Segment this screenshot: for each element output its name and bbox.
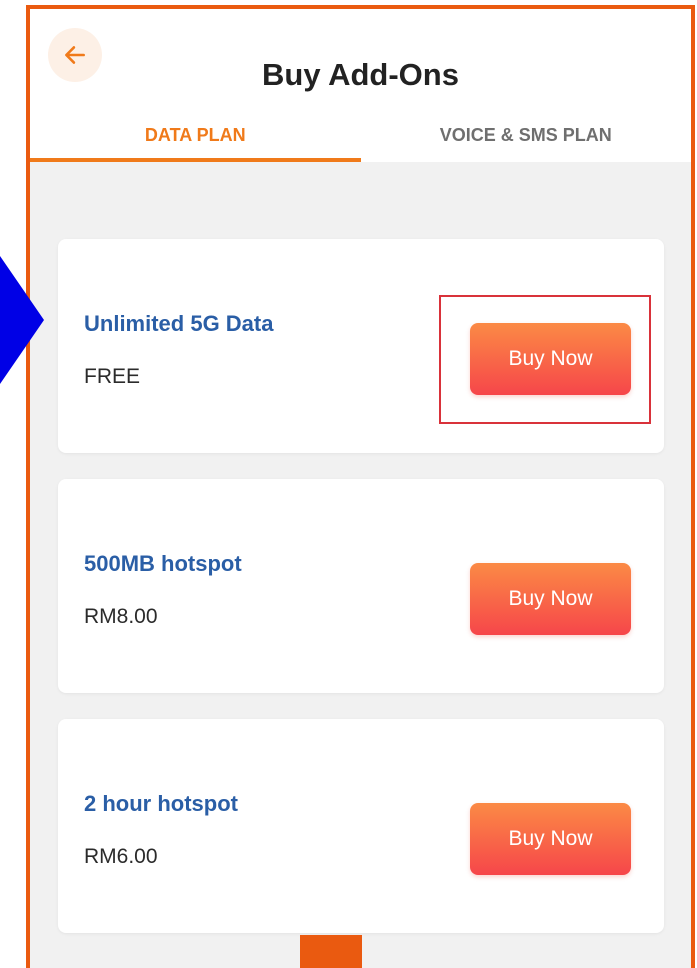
plan-card: 500MB hotspot RM8.00 Buy Now [58,479,664,693]
plan-card: Unlimited 5G Data FREE Buy Now [58,239,664,453]
plan-name: 500MB hotspot [84,551,242,576]
plan-name: Unlimited 5G Data [84,311,274,336]
scroll-indicator [300,935,362,968]
tab-bar: DATA PLAN VOICE & SMS PLAN [30,117,691,162]
buy-now-button[interactable]: Buy Now [470,803,631,875]
buy-now-button[interactable]: Buy Now [470,323,631,395]
plan-price: RM8.00 [84,605,158,628]
plan-name: 2 hour hotspot [84,791,238,816]
app-screen: Buy Add-Ons DATA PLAN VOICE & SMS PLAN U… [26,5,695,968]
tab-data-plan[interactable]: DATA PLAN [30,117,361,162]
tab-voice-sms-plan[interactable]: VOICE & SMS PLAN [361,117,692,162]
header: Buy Add-Ons DATA PLAN VOICE & SMS PLAN [30,9,691,162]
page-title: Buy Add-Ons [262,57,459,92]
plan-card: 2 hour hotspot RM6.00 Buy Now [58,719,664,933]
pointer-arrow-icon [0,256,44,384]
plan-price: RM6.00 [84,845,158,868]
buy-now-button[interactable]: Buy Now [470,563,631,635]
plan-price: FREE [84,365,141,388]
